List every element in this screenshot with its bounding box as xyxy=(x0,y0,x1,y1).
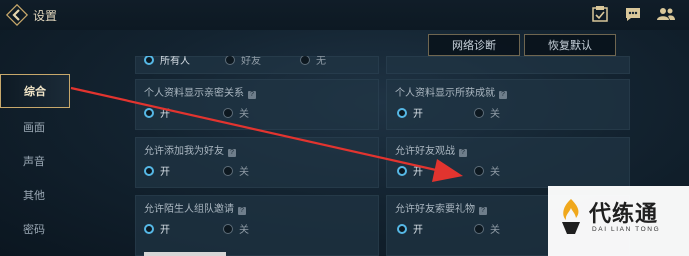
radio-off[interactable] xyxy=(474,223,484,234)
torch-logo-icon xyxy=(562,199,580,234)
option-off[interactable]: 关 xyxy=(223,163,249,178)
radio-off[interactable] xyxy=(223,165,233,176)
back-icon[interactable] xyxy=(6,4,28,26)
option-on[interactable]: 开 xyxy=(144,221,170,236)
info-icon[interactable]: ? xyxy=(479,207,487,215)
partial-footer-bar xyxy=(144,252,226,256)
watermark-logo: 代练通 DAI LIAN TONG xyxy=(548,186,689,256)
chat-icon[interactable] xyxy=(623,5,643,23)
restore-default-button[interactable]: 恢复默认 xyxy=(524,34,616,56)
setting-label: 个人资料显示所获成就 xyxy=(395,88,495,99)
option-on[interactable]: 开 xyxy=(397,221,423,236)
radio-friends[interactable] xyxy=(225,56,235,65)
radio-none[interactable] xyxy=(300,56,310,65)
radio-on[interactable] xyxy=(397,107,407,118)
option-friends[interactable]: 好友 xyxy=(225,56,261,67)
info-icon[interactable]: ? xyxy=(228,149,236,157)
partial-setting-row: 所有人 好友 无 xyxy=(135,56,379,74)
sidebar-item-other[interactable]: 其他 xyxy=(0,178,70,212)
info-icon[interactable]: ? xyxy=(459,149,467,157)
radio-on[interactable] xyxy=(397,165,407,176)
network-diagnosis-button[interactable]: 网络诊断 xyxy=(428,34,520,56)
setting-allow-add-friend: 允许添加我为好友? 开 关 xyxy=(135,137,379,188)
info-icon[interactable]: ? xyxy=(238,207,246,215)
watermark-title: 代练通 xyxy=(589,201,659,226)
sidebar-item-sound[interactable]: 声音 xyxy=(0,144,70,178)
sidebar-item-general[interactable]: 综合 xyxy=(0,74,70,108)
option-off[interactable]: 关 xyxy=(474,221,500,236)
radio-on[interactable] xyxy=(144,223,154,234)
sidebar-item-display[interactable]: 画面 xyxy=(0,110,70,144)
setting-label: 允许添加我为好友 xyxy=(144,146,224,157)
option-off[interactable]: 关 xyxy=(223,105,249,120)
setting-label: 个人资料显示亲密关系 xyxy=(144,88,244,99)
page-title: 设置 xyxy=(33,9,58,23)
setting-achievements: 个人资料显示所获成就? 开 关 xyxy=(386,79,630,130)
radio-on[interactable] xyxy=(397,223,407,234)
option-on[interactable]: 开 xyxy=(397,105,423,120)
option-off[interactable]: 关 xyxy=(474,163,500,178)
option-off[interactable]: 关 xyxy=(223,221,249,236)
friends-icon[interactable] xyxy=(656,5,676,23)
setting-label: 允许陌生人组队邀请 xyxy=(144,204,234,215)
setting-intimacy: 个人资料显示亲密关系? 开 关 xyxy=(135,79,379,130)
option-off[interactable]: 关 xyxy=(474,105,500,120)
radio-on[interactable] xyxy=(144,165,154,176)
radio-on[interactable] xyxy=(144,107,154,118)
radio-off[interactable] xyxy=(474,107,484,118)
option-all[interactable]: 所有人 xyxy=(144,56,190,67)
setting-label: 允许好友索要礼物 xyxy=(395,204,475,215)
setting-stranger-team-invite: 允许陌生人组队邀请? 开 关 xyxy=(135,195,379,256)
checklist-icon[interactable] xyxy=(590,5,610,23)
option-on[interactable]: 开 xyxy=(144,163,170,178)
setting-label: 允许好友观战 xyxy=(395,146,455,157)
watermark-subtitle: DAI LIAN TONG xyxy=(592,226,661,233)
top-bar xyxy=(0,0,689,30)
option-on[interactable]: 开 xyxy=(144,105,170,120)
sidebar-item-password[interactable]: 密码 xyxy=(0,212,70,246)
setting-allow-spectate: 允许好友观战? 开 关 xyxy=(386,137,630,188)
radio-off[interactable] xyxy=(223,223,233,234)
option-on[interactable]: 开 xyxy=(397,163,423,178)
radio-off[interactable] xyxy=(474,165,484,176)
info-icon[interactable]: ? xyxy=(499,91,507,99)
radio-off[interactable] xyxy=(223,107,233,118)
option-none[interactable]: 无 xyxy=(300,56,326,67)
info-icon[interactable]: ? xyxy=(248,91,256,99)
radio-all[interactable] xyxy=(144,56,154,65)
partial-setting-row-right xyxy=(386,56,630,74)
